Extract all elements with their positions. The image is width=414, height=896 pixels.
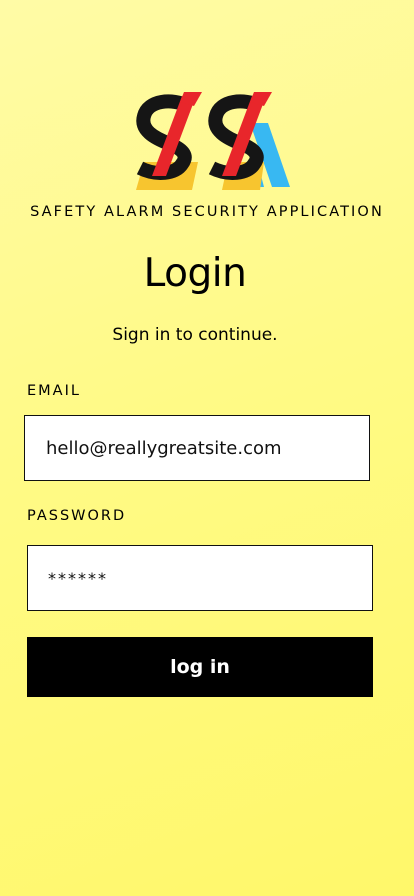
email-field[interactable]: hello@reallygreatsite.com	[24, 415, 370, 481]
login-button[interactable]: log in	[27, 637, 373, 697]
email-value: hello@reallygreatsite.com	[46, 437, 282, 459]
ssa-logo-icon	[136, 92, 290, 190]
login-button-label: log in	[170, 656, 230, 678]
page-title: Login	[143, 251, 247, 296]
password-label: PASSWORD	[27, 508, 127, 524]
password-value: ******	[48, 568, 108, 588]
page-subtitle: Sign in to continue.	[112, 325, 278, 345]
password-field[interactable]: ******	[27, 545, 373, 611]
email-label: EMAIL	[27, 383, 81, 399]
app-name: SAFETY ALARM SECURITY APPLICATION	[30, 204, 384, 220]
